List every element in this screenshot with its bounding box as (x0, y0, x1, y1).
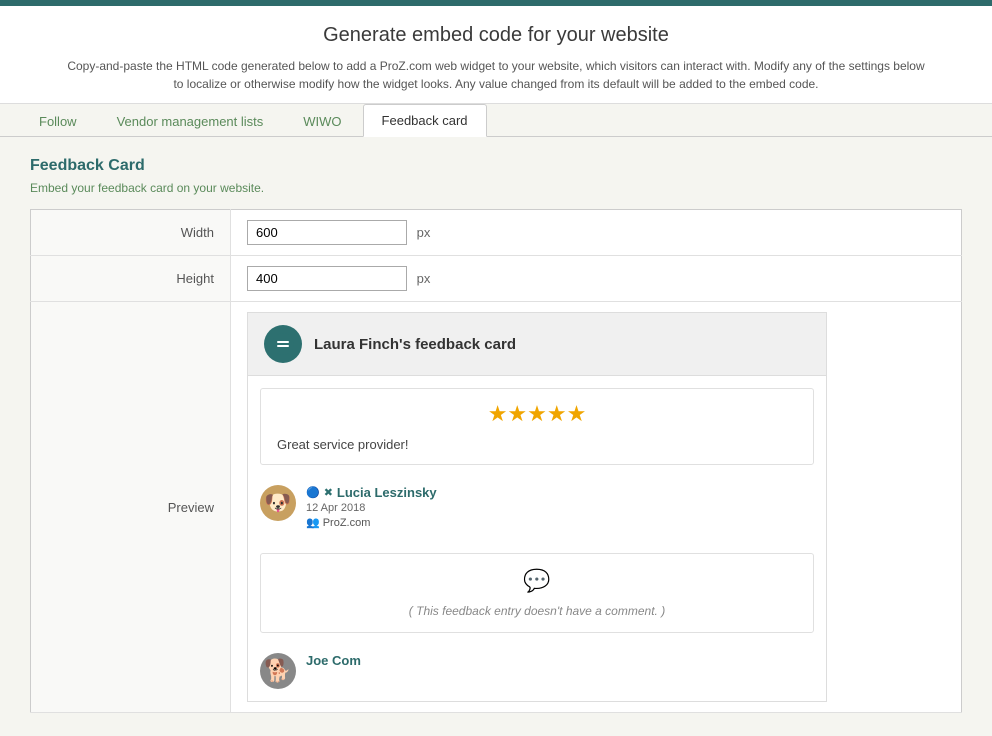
thumbs-up-icon: 💬 (523, 568, 550, 593)
width-row: Width px (31, 210, 962, 256)
reviewer-1-name[interactable]: Lucia Leszinsky (337, 485, 437, 500)
reviewer-1-avatar: 🐶 (260, 485, 296, 521)
widget-user-name: Laura Finch (314, 336, 399, 353)
height-input[interactable] (247, 266, 407, 291)
height-unit: px (417, 271, 431, 286)
ribbon-icon-1: ✖ (324, 486, 333, 499)
reviewer-1-source: 👥 ProZ.com (306, 516, 437, 529)
widget-header: Laura Finch's feedback card (248, 313, 826, 376)
reviewer-1-name-row: 🔵 ✖ Lucia Leszinsky (306, 485, 437, 500)
preview-cell: Laura Finch's feedback card ★★★★★ Great … (231, 302, 962, 713)
tab-vendor-management[interactable]: Vendor management lists (98, 105, 283, 137)
feedback-icon-2: 💬 (261, 554, 813, 600)
section-subtitle: Embed your feedback card on your website… (30, 181, 962, 195)
reviewer-1-info: 🔵 ✖ Lucia Leszinsky 12 Apr 2018 👥 ProZ.c… (306, 485, 437, 529)
feedback-stars-1: ★★★★★ (261, 389, 813, 433)
proz-badge-icon-1: 🔵 (306, 486, 320, 499)
height-label: Height (31, 256, 231, 302)
width-input[interactable] (247, 220, 407, 245)
feedback-comment-1: Great service provider! (261, 433, 813, 464)
height-value-cell: px (231, 256, 962, 302)
no-comment-text: ( This feedback entry doesn't have a com… (261, 600, 813, 632)
reviewer-2-avatar: 🐕 (260, 653, 296, 689)
page-description: Copy-and-paste the HTML code generated b… (61, 57, 931, 93)
width-unit: px (417, 225, 431, 240)
feedback-card-1: ★★★★★ Great service provider! (260, 388, 814, 465)
widget-header-title: Laura Finch's feedback card (314, 336, 516, 353)
height-row: Height px (31, 256, 962, 302)
main-content: Feedback Card Embed your feedback card o… (0, 137, 992, 733)
feedback-card-2: 💬 ( This feedback entry doesn't have a c… (260, 553, 814, 633)
reviewer-2-name[interactable]: Joe Com (306, 653, 361, 668)
reviewer-2-info: Joe Com (306, 653, 361, 668)
widget-avatar (264, 325, 302, 363)
tab-feedback-card[interactable]: Feedback card (363, 104, 487, 137)
page-title: Generate embed code for your website (20, 24, 972, 47)
width-label: Width (31, 210, 231, 256)
source-label-1: ProZ.com (323, 517, 371, 529)
tab-follow[interactable]: Follow (20, 105, 96, 137)
reviewer-1-date: 12 Apr 2018 (306, 502, 437, 514)
tabs-bar: Follow Vendor management lists WIWO Feed… (0, 104, 992, 137)
source-icon-1: 👥 (306, 516, 320, 529)
reviewer-2-row: 🐕 Joe Com (248, 645, 826, 701)
tab-wiwo[interactable]: WIWO (284, 105, 360, 137)
page-header: Generate embed code for your website Cop… (0, 6, 992, 104)
widget-header-suffix: 's feedback card (399, 336, 516, 353)
section-title: Feedback Card (30, 157, 962, 175)
preview-label: Preview (31, 302, 231, 713)
preview-row: Preview Laura Finch's feedba (31, 302, 962, 713)
settings-table: Width px Height px Preview (30, 209, 962, 713)
reviewer-1-row: 🐶 🔵 ✖ Lucia Leszinsky 12 Apr 2018 👥 (248, 477, 826, 541)
width-value-cell: px (231, 210, 962, 256)
preview-widget[interactable]: Laura Finch's feedback card ★★★★★ Great … (247, 312, 827, 702)
